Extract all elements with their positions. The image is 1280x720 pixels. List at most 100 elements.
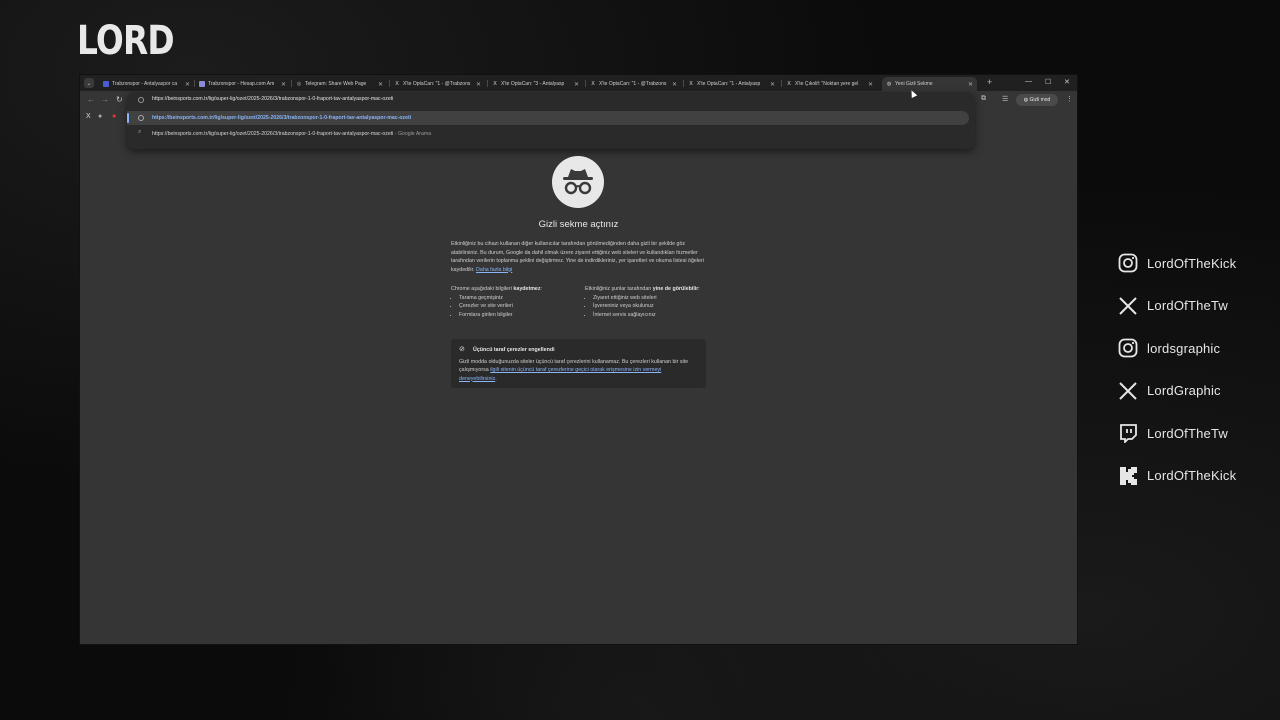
bookmark-icon[interactable]: ● bbox=[98, 113, 102, 120]
search-icon: ⌕ bbox=[138, 129, 142, 135]
suggestion-search[interactable]: ⌕ https://beinsports.com.tr/lig/super-li… bbox=[127, 127, 969, 141]
close-icon[interactable]: ✕ bbox=[378, 81, 383, 88]
page-title: Gizli sekme açtınız bbox=[538, 219, 619, 230]
list-item: Formlara girilen bilgiler bbox=[459, 311, 576, 320]
x-icon bbox=[1117, 380, 1139, 402]
media-icon[interactable]: ☰ bbox=[1002, 95, 1008, 103]
menu-icon[interactable]: ⋮ bbox=[1066, 95, 1073, 103]
incognito-mode-pill[interactable]: ◍ Gizli mod bbox=[1016, 94, 1058, 106]
x-icon: X bbox=[395, 81, 399, 87]
tab-title: X'te OptaCan: "3 - Antalyasp bbox=[501, 81, 565, 87]
tab-5[interactable]: X X'te OptaCan: "3 - Antalyasp ✕ bbox=[488, 77, 583, 91]
social-handle: LordGraphic bbox=[1147, 383, 1221, 399]
address-input[interactable]: https://beinsports.com.tr/lig/super-lig/… bbox=[152, 96, 393, 102]
tab-title: X'te OptaCan: "1 - Antalyasp bbox=[697, 81, 761, 87]
tab-favicon bbox=[103, 81, 109, 87]
list-item: İnternet servis sağlayıcınız bbox=[593, 311, 710, 320]
instagram-icon bbox=[1117, 337, 1139, 359]
kick-icon bbox=[1117, 465, 1139, 487]
twitch-icon bbox=[1117, 422, 1139, 444]
eye-off-icon: ⊘ bbox=[459, 346, 465, 353]
list-item: Ziyaret ettiğiniz web siteleri bbox=[593, 294, 710, 303]
close-icon[interactable]: ✕ bbox=[868, 81, 873, 88]
social-twitch: LordOfTheTw bbox=[1117, 412, 1277, 455]
tab-active-incognito[interactable]: ◍ Yeni Gizli Sekme ✕ bbox=[882, 77, 977, 91]
suggestion-text: https://beinsports.com.tr/lig/super-lig/… bbox=[152, 131, 432, 137]
close-icon[interactable]: ✕ bbox=[185, 81, 190, 88]
social-x-graphic: LordGraphic bbox=[1117, 370, 1277, 413]
close-icon[interactable]: ✕ bbox=[476, 81, 481, 88]
incognito-description: Etkinliğiniz bu cihazı kullanan diğer ku… bbox=[451, 241, 704, 273]
instagram-icon bbox=[1117, 252, 1139, 274]
social-instagram-kick: LordOfTheKick bbox=[1117, 242, 1277, 285]
tab-title: Trabzonspor - Hesap.com Am bbox=[208, 81, 275, 87]
incognito-pill-label: Gizli mod bbox=[1029, 97, 1051, 103]
list-item: Çerezler ve site verileri bbox=[459, 302, 576, 311]
reload-button[interactable]: ↻ bbox=[116, 95, 123, 104]
tab-3[interactable]: ◎ Telegram: Share Web Page ✕ bbox=[292, 77, 387, 91]
maximize-button[interactable]: ☐ bbox=[1045, 78, 1051, 86]
incognito-icon bbox=[563, 169, 593, 195]
tab-8[interactable]: X X'te Çıkolif: "Noktan yere gel ✕ bbox=[782, 77, 877, 91]
social-instagram-graphic: lordsgraphic bbox=[1117, 327, 1277, 370]
cookie-settings-link[interactable]: ilgili sitenin üçüncü taraf çerezlerine … bbox=[459, 367, 661, 381]
x-icon: X bbox=[591, 81, 595, 87]
close-window-button[interactable]: ✕ bbox=[1064, 78, 1070, 86]
x-icon: X bbox=[493, 81, 497, 87]
tab-title: Trabzonspor - Antalyaspor ca bbox=[112, 81, 178, 87]
tab-4[interactable]: X X'te OptaCan: "1 - @Trabzons ✕ bbox=[390, 77, 485, 91]
tab-title: Yeni Gizli Sekme bbox=[895, 81, 933, 87]
youtube-icon[interactable]: ● bbox=[112, 113, 116, 120]
suggestion-url[interactable]: https://beinsports.com.tr/lig/super-lig/… bbox=[127, 111, 969, 125]
social-kick: LordOfTheKick bbox=[1117, 455, 1277, 498]
suggestion-text: https://beinsports.com.tr/lig/super-lig/… bbox=[152, 115, 412, 121]
social-links: LordOfTheKick LordOfTheTw lordsgraphic L… bbox=[1117, 242, 1277, 497]
list-item: Tarama geçmişiniz bbox=[459, 294, 576, 303]
tab-search-button[interactable]: ⌄ bbox=[84, 78, 94, 88]
address-bar[interactable]: https://beinsports.com.tr/lig/super-lig/… bbox=[127, 92, 975, 109]
tab-strip: ⌄ Trabzonspor - Antalyaspor ca ✕ Trabzon… bbox=[80, 75, 1077, 91]
forward-button[interactable]: → bbox=[101, 95, 109, 104]
list-item: İşvereniniz veya okulunuz bbox=[593, 302, 710, 311]
tab-title: X'te Çıkolif: "Noktan yere gel bbox=[795, 81, 859, 87]
social-handle: LordOfTheKick bbox=[1147, 255, 1237, 271]
stream-logo: LORD bbox=[77, 18, 175, 64]
back-button[interactable]: ← bbox=[87, 95, 95, 104]
browser-window: ⌄ Trabzonspor - Antalyaspor ca ✕ Trabzon… bbox=[80, 75, 1077, 644]
social-handle: LordOfTheKick bbox=[1147, 468, 1237, 484]
new-tab-button[interactable]: + bbox=[987, 77, 992, 87]
close-icon[interactable]: ✕ bbox=[574, 81, 579, 88]
globe-icon bbox=[138, 97, 144, 103]
tab-title: X'te OptaCan: "1 - @Trabzons bbox=[599, 81, 667, 87]
extension-icon[interactable]: ⧉ bbox=[981, 95, 986, 103]
incognito-logo bbox=[552, 156, 604, 208]
social-handle: LordOfTheTw bbox=[1147, 298, 1228, 314]
still-visible-list: Etkinliğiniz şunlar tarafından yine de g… bbox=[585, 285, 710, 319]
telegram-icon: ◎ bbox=[296, 81, 302, 87]
x-icon bbox=[1117, 295, 1139, 317]
not-saved-list: Chrome aşağıdaki bilgileri kaydetmez: Ta… bbox=[451, 285, 576, 319]
x-icon[interactable]: X bbox=[86, 113, 91, 120]
tab-title: Telegram: Share Web Page bbox=[305, 81, 367, 87]
omnibox-dropdown: https://beinsports.com.tr/lig/super-lig/… bbox=[127, 92, 975, 149]
third-party-cookies-card: ⊘ Üçüncü taraf çerezler engellendi Gizli… bbox=[451, 339, 706, 388]
social-x-tw: LordOfTheTw bbox=[1117, 285, 1277, 328]
tab-2[interactable]: Trabzonspor - Hesap.com Am ✕ bbox=[195, 77, 290, 91]
close-icon[interactable]: ✕ bbox=[770, 81, 775, 88]
x-icon: X bbox=[787, 81, 791, 87]
cookie-card-body: Gizli modda olduğunuzda siteler üçüncü t… bbox=[459, 359, 689, 382]
learn-more-link[interactable]: Daha fazla bilgi bbox=[476, 267, 512, 273]
tab-title: X'te OptaCan: "1 - @Trabzons bbox=[403, 81, 471, 87]
minimize-button[interactable]: — bbox=[1025, 78, 1032, 85]
close-icon[interactable]: ✕ bbox=[672, 81, 677, 88]
x-icon: X bbox=[689, 81, 693, 87]
tab-7[interactable]: X X'te OptaCan: "1 - Antalyasp ✕ bbox=[684, 77, 779, 91]
close-icon[interactable]: ✕ bbox=[968, 81, 973, 88]
social-handle: lordsgraphic bbox=[1147, 340, 1221, 356]
incognito-icon: ◍ bbox=[886, 81, 892, 87]
tab-1[interactable]: Trabzonspor - Antalyaspor ca ✕ bbox=[99, 77, 194, 91]
cookie-card-title: Üçüncü taraf çerezler engellendi bbox=[473, 347, 555, 353]
tab-6[interactable]: X X'te OptaCan: "1 - @Trabzons ✕ bbox=[586, 77, 681, 91]
tab-favicon bbox=[199, 81, 205, 87]
close-icon[interactable]: ✕ bbox=[281, 81, 286, 88]
